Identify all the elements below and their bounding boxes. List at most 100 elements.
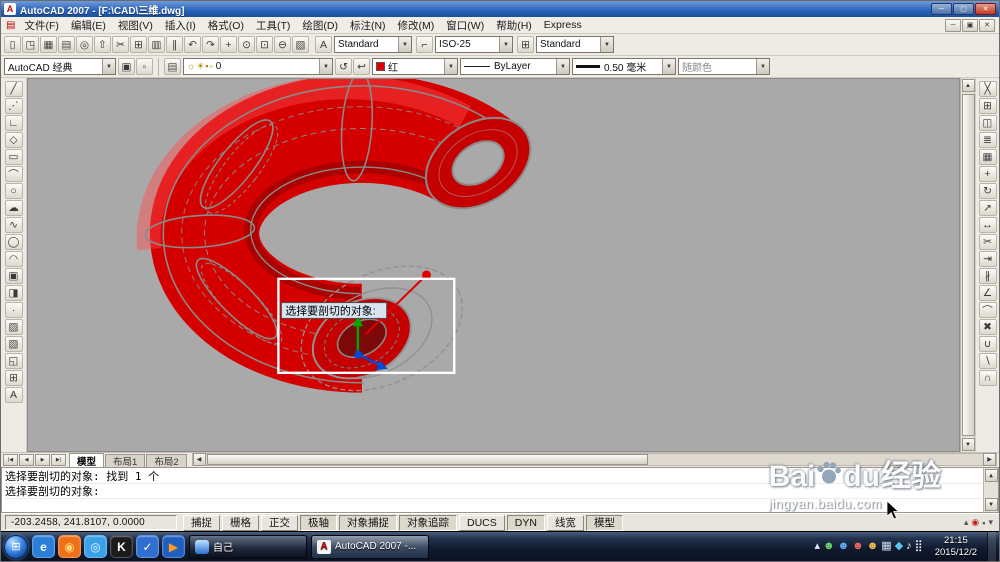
mdi-minimize-button[interactable]: ─ (945, 18, 961, 32)
offset-icon[interactable]: ≣ (978, 132, 997, 148)
menu-item[interactable]: 窗口(W) (440, 17, 490, 33)
layer-combo[interactable]: ☼ ☀ ▪ ▫ 0 (183, 58, 333, 75)
menu-item[interactable]: 修改(M) (392, 17, 441, 33)
chevron-down-icon[interactable] (398, 37, 411, 52)
kugou-music-icon[interactable]: K (110, 535, 133, 558)
linetype-combo[interactable]: ByLayer (460, 58, 570, 75)
point-icon[interactable]: · (4, 302, 23, 318)
insert-block-icon[interactable]: ▣ (4, 268, 23, 284)
chevron-down-icon[interactable] (499, 37, 512, 52)
tray-message-icon[interactable]: ▦ (881, 541, 891, 552)
gradient-icon[interactable]: ▧ (4, 336, 23, 352)
horizontal-scroll-thumb[interactable] (206, 454, 649, 465)
copy-icon[interactable]: ⊞ (130, 36, 147, 53)
zoom-previous-icon[interactable]: ⊖ (274, 36, 291, 53)
zoom-window-icon[interactable]: ⊡ (256, 36, 273, 53)
make-block-icon[interactable]: ◨ (4, 285, 23, 301)
tray-user-yellow-icon[interactable]: ☻ (867, 541, 879, 552)
menu-item[interactable]: 插入(I) (159, 17, 202, 33)
zoom-realtime-icon[interactable]: ⊙ (238, 36, 255, 53)
menu-item[interactable]: 编辑(E) (65, 17, 112, 33)
copy-object-icon[interactable]: ⊞ (978, 98, 997, 114)
chamfer-icon[interactable]: ∠ (978, 285, 997, 301)
menu-item[interactable]: 绘图(D) (296, 17, 344, 33)
new-icon[interactable]: ▯ (4, 36, 21, 53)
publish-icon[interactable]: ⇧ (94, 36, 111, 53)
status-toggle[interactable]: 捕捉 (183, 514, 220, 531)
style-icon[interactable]: ⊞ (517, 36, 534, 53)
open-icon[interactable]: ◳ (22, 36, 39, 53)
chevron-down-icon[interactable] (662, 59, 675, 74)
start-button[interactable]: ⊞ (4, 534, 28, 559)
erase-icon[interactable]: ╳ (978, 81, 997, 97)
maximize-button[interactable]: ▢ (953, 3, 974, 15)
status-toggle[interactable]: 对象捕捉 (339, 514, 397, 531)
cut-icon[interactable]: ✂ (112, 36, 129, 53)
tray-user-blue-icon[interactable]: ☻ (838, 541, 850, 552)
paste-icon[interactable]: ▥ (148, 36, 165, 53)
style-icon[interactable]: ⌐ (416, 36, 433, 53)
last-tab-icon[interactable] (51, 454, 66, 466)
canvas-horizontal-scrollbar[interactable] (191, 453, 997, 466)
redo-icon[interactable]: ↷ (202, 36, 219, 53)
array-icon[interactable]: ▦ (978, 149, 997, 165)
style-icon[interactable]: A (315, 36, 332, 53)
match-properties-icon[interactable]: ∥ (166, 36, 183, 53)
circle-icon[interactable]: ○ (4, 183, 23, 199)
layer-previous-icon[interactable]: ↩ (353, 58, 370, 75)
trim-icon[interactable]: ✂ (978, 234, 997, 250)
pan-icon[interactable]: + (220, 36, 237, 53)
command-window[interactable]: 选择要剖切的对象: 找到 1 个选择要剖切的对象: (1, 467, 999, 513)
security-shield-icon[interactable]: ✓ (136, 535, 159, 558)
spline-icon[interactable]: ∿ (4, 217, 23, 233)
chevron-down-icon[interactable] (102, 59, 115, 74)
style-dropdown[interactable]: ISO-25 (435, 36, 513, 53)
menu-item[interactable]: 帮助(H) (490, 17, 538, 33)
mdi-restore-button[interactable]: ▣ (962, 18, 978, 32)
communication-center-icon[interactable]: ◉ (971, 517, 979, 528)
construction-line-icon[interactable]: ⋰ (4, 98, 23, 114)
taskbar-window-autocad[interactable]: A AutoCAD 2007 -... (311, 534, 429, 559)
status-toggle[interactable]: DUCS (459, 514, 505, 531)
table-icon[interactable]: ⊞ (4, 370, 23, 386)
ellipse-arc-icon[interactable]: ◠ (4, 251, 23, 267)
chrome-browser-icon[interactable]: ◎ (84, 535, 107, 558)
tray-user-red-icon[interactable]: ☻ (852, 541, 864, 552)
status-toggle[interactable]: 极轴 (300, 514, 337, 531)
color-combo[interactable]: 红 (372, 58, 458, 75)
hatch-icon[interactable]: ▨ (4, 319, 23, 335)
volume-icon[interactable]: ♪ (906, 541, 912, 552)
toolbar-lock-icon[interactable]: ▫ (136, 58, 153, 75)
firefox-icon[interactable]: ◉ (58, 535, 81, 558)
tray-up-arrow-icon[interactable]: ▴ (814, 541, 820, 552)
next-tab-icon[interactable] (35, 454, 50, 466)
undo-icon[interactable]: ↶ (184, 36, 201, 53)
union-icon[interactable]: ∪ (978, 336, 997, 352)
menu-item[interactable]: 格式(O) (202, 17, 250, 33)
plot-icon[interactable]: ▤ (58, 36, 75, 53)
status-toggle[interactable]: DYN (506, 514, 545, 531)
vertical-scroll-thumb[interactable] (961, 94, 975, 436)
subtract-icon[interactable]: ∖ (978, 353, 997, 369)
arc-icon[interactable]: ⌒ (4, 166, 23, 182)
chevron-down-icon[interactable] (756, 59, 769, 74)
media-player-icon[interactable]: ▶ (162, 535, 185, 558)
menu-item[interactable]: 标注(N) (344, 17, 392, 33)
plotstyle-combo[interactable]: 随颜色 (678, 58, 770, 75)
layer-properties-icon[interactable]: ▤ (164, 58, 181, 75)
menu-item[interactable]: Express (538, 17, 588, 33)
break-icon[interactable]: ∦ (978, 268, 997, 284)
polyline-icon[interactable]: ∟ (4, 115, 23, 131)
toolbar-lock-icon[interactable]: ▪ (982, 517, 985, 528)
chevron-down-icon[interactable] (319, 59, 332, 74)
scale-icon[interactable]: ↗ (978, 200, 997, 216)
menu-item[interactable]: 工具(T) (250, 17, 296, 33)
menu-item[interactable]: 文件(F) (18, 17, 64, 33)
fillet-icon[interactable]: ⌒ (978, 302, 997, 318)
scroll-down-icon[interactable] (984, 498, 998, 511)
scroll-up-icon[interactable] (984, 469, 998, 482)
taskbar-clock[interactable]: 21:15 2015/12/2 (929, 535, 983, 559)
chevron-down-icon[interactable] (556, 59, 569, 74)
workspace-settings-icon[interactable]: ▣ (118, 58, 135, 75)
menu-item[interactable]: 视图(V) (112, 17, 159, 33)
